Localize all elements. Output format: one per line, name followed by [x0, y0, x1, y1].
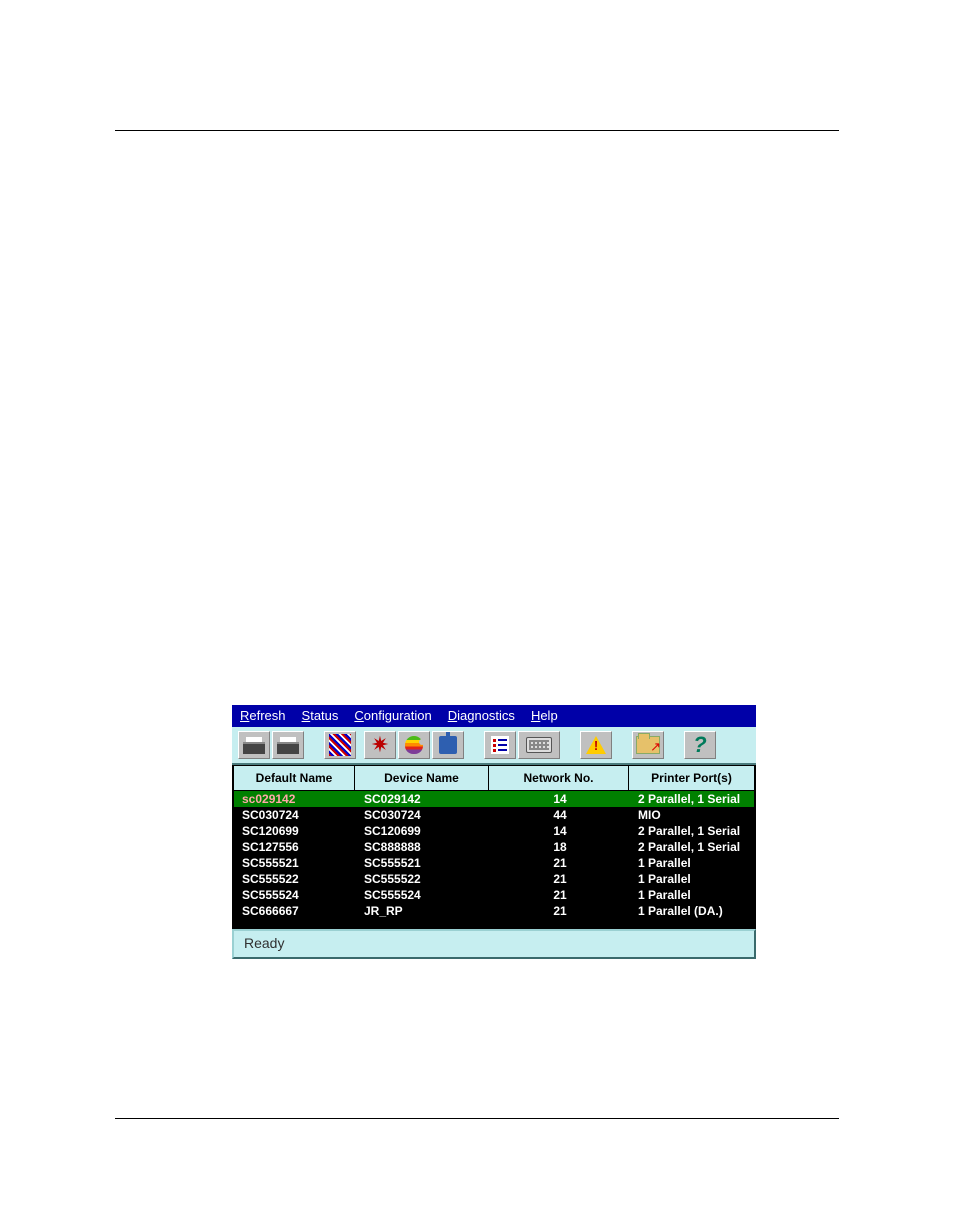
cell-default-name: SC666667	[234, 903, 356, 919]
device-list: sc029142SC029142142 Parallel, 1 SerialSC…	[232, 791, 756, 929]
cell-printer-ports: 2 Parallel, 1 Serial	[630, 823, 754, 839]
header-device-name[interactable]: Device Name	[354, 765, 488, 791]
table-row[interactable]: SC666667JR_RP211 Parallel (DA.)	[234, 903, 754, 919]
open-folder-icon: ↗	[636, 736, 660, 754]
help-icon: ?	[693, 732, 706, 758]
toolbar-help-button[interactable]: ?	[684, 731, 716, 759]
cell-device-name: SC120699	[356, 823, 490, 839]
status-text: Ready	[244, 935, 284, 951]
cell-network-no: 14	[490, 823, 630, 839]
menu-diagnostics-label: iagnostics	[457, 708, 515, 723]
cell-printer-ports: 1 Parallel (DA.)	[630, 903, 754, 919]
page-divider-bottom	[115, 1118, 839, 1119]
cell-printer-ports: 2 Parallel, 1 Serial	[630, 839, 754, 855]
cell-network-no: 21	[490, 903, 630, 919]
toolbar-print-button[interactable]	[272, 731, 304, 759]
cell-device-name: SC555522	[356, 871, 490, 887]
menu-bar: Refresh Status Configuration Diagnostics…	[232, 705, 756, 727]
table-row[interactable]: SC127556SC888888182 Parallel, 1 Serial	[234, 839, 754, 855]
cell-device-name: SC555521	[356, 855, 490, 871]
cell-network-no: 21	[490, 855, 630, 871]
toolbar-lanman-button[interactable]	[432, 731, 464, 759]
toolbar-open-button[interactable]: ↗	[632, 731, 664, 759]
novell-icon	[370, 735, 390, 755]
menu-configuration[interactable]: Configuration	[354, 708, 431, 723]
cell-network-no: 14	[490, 791, 630, 807]
cell-default-name: SC120699	[234, 823, 356, 839]
cell-printer-ports: 1 Parallel	[630, 887, 754, 903]
toolbar-keyboard-button[interactable]	[518, 731, 560, 759]
toolbar: ↗ ?	[232, 727, 756, 765]
cell-default-name: sc029142	[234, 791, 356, 807]
table-row[interactable]: SC030724SC03072444MIO	[234, 807, 754, 823]
toolbar-list-button[interactable]	[484, 731, 516, 759]
menu-refresh[interactable]: Refresh	[240, 708, 286, 723]
cell-printer-ports: MIO	[630, 807, 754, 823]
cell-printer-ports: 2 Parallel, 1 Serial	[630, 791, 754, 807]
network-icon	[329, 734, 351, 756]
menu-status[interactable]: Status	[302, 708, 339, 723]
menu-configuration-label: onfiguration	[364, 708, 432, 723]
cell-device-name: JR_RP	[356, 903, 490, 919]
menu-diagnostics[interactable]: Diagnostics	[448, 708, 515, 723]
menu-help[interactable]: Help	[531, 708, 558, 723]
toolbar-diagnostics-button[interactable]	[580, 731, 612, 759]
header-printer-ports[interactable]: Printer Port(s)	[628, 765, 756, 791]
cell-default-name: SC030724	[234, 807, 356, 823]
cell-printer-ports: 1 Parallel	[630, 871, 754, 887]
lanman-icon	[439, 736, 457, 754]
toolbar-connect-button[interactable]	[238, 731, 270, 759]
diagnostics-icon	[586, 736, 606, 754]
table-row[interactable]: SC555522SC555522211 Parallel	[234, 871, 754, 887]
keyboard-icon	[526, 737, 552, 753]
menu-refresh-label: efresh	[249, 708, 285, 723]
cell-network-no: 21	[490, 871, 630, 887]
cell-printer-ports: 1 Parallel	[630, 855, 754, 871]
cell-default-name: SC555522	[234, 871, 356, 887]
toolbar-apple-button[interactable]	[398, 731, 430, 759]
cell-device-name: SC888888	[356, 839, 490, 855]
cell-network-no: 44	[490, 807, 630, 823]
cell-device-name: SC029142	[356, 791, 490, 807]
print-icon	[277, 737, 299, 753]
cell-network-no: 18	[490, 839, 630, 855]
page-divider-top	[115, 130, 839, 131]
header-network-no[interactable]: Network No.	[488, 765, 628, 791]
column-headers: Default Name Device Name Network No. Pri…	[232, 765, 756, 791]
table-row[interactable]: SC555521SC555521211 Parallel	[234, 855, 754, 871]
menu-status-label: tatus	[310, 708, 338, 723]
menu-help-label: elp	[540, 708, 557, 723]
cell-device-name: SC030724	[356, 807, 490, 823]
header-default-name[interactable]: Default Name	[232, 765, 354, 791]
apple-icon	[405, 736, 423, 754]
cell-network-no: 21	[490, 887, 630, 903]
cell-device-name: SC555524	[356, 887, 490, 903]
table-row[interactable]: SC555524SC555524211 Parallel	[234, 887, 754, 903]
status-bar: Ready	[232, 929, 756, 959]
cell-default-name: SC127556	[234, 839, 356, 855]
table-row[interactable]: SC120699SC120699142 Parallel, 1 Serial	[234, 823, 754, 839]
app-window: Refresh Status Configuration Diagnostics…	[232, 705, 756, 959]
connect-icon	[243, 737, 265, 753]
toolbar-network-button[interactable]	[324, 731, 356, 759]
table-row[interactable]: sc029142SC029142142 Parallel, 1 Serial	[234, 791, 754, 807]
list-icon	[491, 736, 509, 754]
toolbar-novell-button[interactable]	[364, 731, 396, 759]
cell-default-name: SC555524	[234, 887, 356, 903]
cell-default-name: SC555521	[234, 855, 356, 871]
